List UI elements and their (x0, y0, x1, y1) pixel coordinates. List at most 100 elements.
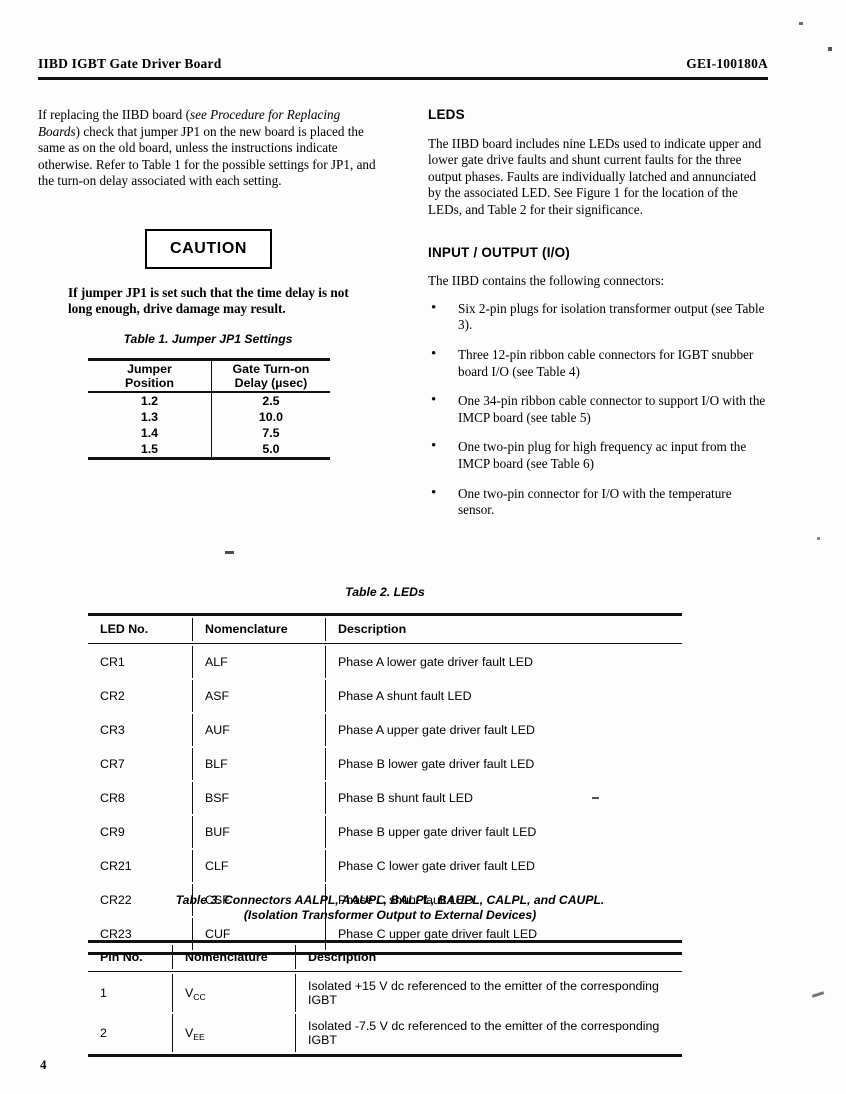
table3-caption: Table 3. Connectors AALPL, AAUPL, BALPL,… (140, 893, 640, 923)
table1-cell-delay: 5.0 (262, 442, 280, 457)
table3-cell-pin-no: 1 (90, 974, 173, 1013)
table-row: CR7 BLF Phase B lower gate driver fault … (90, 748, 680, 781)
header-document-number: GEI-100180A (686, 56, 768, 71)
table1-cell-delay: 10.0 (258, 410, 284, 425)
table2-cell-led-no: CR9 (90, 816, 193, 849)
table2-cell-led-no: CR2 (90, 680, 193, 713)
table2-cell-description: Phase C lower gate driver fault LED (338, 859, 535, 874)
scan-speckle (592, 797, 599, 799)
table-row: 1.2 2.5 (88, 393, 330, 410)
table-row: 2 VEE Isolated -7.5 V dc referenced to t… (90, 1014, 680, 1053)
table2-header-row: LED No. Nomenclature Description (90, 617, 680, 641)
bullet-icon: • (431, 345, 437, 362)
table2-caption: Table 2. LEDs (345, 585, 425, 599)
header-title: IIBD IGBT Gate Driver Board (38, 56, 222, 71)
list-item: • One two-pin connector for I/O with the… (428, 484, 768, 519)
table3-header-nomenclature: Nomenclature (175, 944, 296, 969)
list-item-label: One 34-pin ribbon cable connector to sup… (458, 393, 766, 425)
table2-cell-led-no: CR1 (90, 646, 193, 679)
leds-paragraph: The IIBD board includes nine LEDs used t… (428, 135, 762, 217)
table2-cell-led-no: CR3 (90, 714, 193, 747)
leds-heading: LEDS (428, 107, 465, 122)
table-row: CR2 ASF Phase A shunt fault LED (90, 680, 680, 713)
table1-header-jumper-line1: Jumper (127, 361, 172, 376)
table1-cell-position: 1.4 (88, 425, 212, 442)
bullet-icon: • (431, 299, 437, 316)
table2-cell-nomenclature: CLF (195, 850, 326, 883)
connectors-intro-paragraph: The IIBD contains the following connecto… (428, 273, 665, 289)
caution-label: CAUTION (169, 240, 248, 257)
table2-cell-nomenclature: BLF (195, 748, 326, 781)
table3-cell-nomenclature: VCC (175, 974, 296, 1013)
table3-caption-line2: (Isolation Transformer Output to Externa… (243, 908, 537, 922)
page-number: 4 (40, 1057, 47, 1072)
table-row: 1.4 7.5 (88, 425, 330, 442)
table3-header-grid: Pin No. Nomenclature Description (88, 943, 682, 971)
scan-speckle (225, 551, 234, 554)
list-item: • Six 2-pin plugs for isolation transfor… (428, 299, 768, 334)
table2-cell-nomenclature: AUF (195, 714, 326, 747)
right-column: LEDS The IIBD board includes nine LEDs u… (428, 107, 768, 532)
bullet-icon: • (431, 392, 437, 409)
table1-cell-position: 1.3 (88, 409, 212, 426)
left-column: If replacing the IIBD board (see Procedu… (38, 107, 384, 201)
table-row: 1.3 10.0 (88, 409, 330, 426)
table1-cell-delay: 2.5 (262, 394, 280, 409)
table3-caption-line1: Table 3. Connectors AALPL, AAUPL, BALPL,… (175, 893, 605, 907)
list-item: • Three 12-pin ribbon cable connectors f… (428, 345, 768, 380)
caution-text: If jumper JP1 is set such that the time … (68, 285, 349, 317)
bullet-icon: • (431, 438, 437, 455)
table2-cell-description: Phase B shunt fault LED (338, 791, 474, 806)
table2-cell-nomenclature: BUF (195, 816, 326, 849)
table2-header-grid: LED No. Nomenclature Description (88, 616, 682, 643)
table2-cell-led-no: CR8 (90, 782, 193, 815)
table2-cell-description: Phase B lower gate driver fault LED (338, 757, 535, 772)
document-page: IIBD IGBT Gate Driver Board GEI-100180A … (0, 0, 846, 1094)
table2-cell-nomenclature: ASF (195, 680, 326, 713)
table1-body-grid: 1.2 2.5 1.3 10.0 1.4 7.5 1.5 5.0 (88, 393, 330, 458)
table2-cell-led-no: CR21 (90, 850, 193, 883)
table2-header-nomenclature: Nomenclature (195, 617, 326, 641)
header-rule (38, 77, 768, 80)
connectors-list: • Six 2-pin plugs for isolation transfor… (428, 299, 768, 519)
page-header: IIBD IGBT Gate Driver Board GEI-100180A (38, 56, 768, 72)
table3-cell-description: Isolated +15 V dc referenced to the emit… (308, 979, 659, 1008)
table2-cell-nomenclature: ALF (195, 646, 326, 679)
table3-nomenclature-subscript: CC (193, 992, 206, 1003)
table3-header-description: Description (308, 949, 377, 964)
table3-cell-description: Isolated -7.5 V dc referenced to the emi… (308, 1019, 660, 1048)
table1-header-jumper-line2: Position (125, 375, 174, 390)
table-row: 1 VCC Isolated +15 V dc referenced to th… (90, 974, 680, 1013)
table1-header-row: Jumper Position Gate Turn-on Delay (µsec… (88, 360, 330, 391)
scan-speckle (811, 991, 825, 998)
list-item: • One 34-pin ribbon cable connector to s… (428, 392, 768, 426)
table1-cell-position: 1.5 (88, 441, 212, 458)
table3-cell-pin-no: 2 (90, 1014, 173, 1053)
list-item-label: One two-pin plug for high frequency ac i… (458, 439, 747, 471)
caution-box: CAUTION (145, 229, 272, 269)
list-item-label: One two-pin connector for I/O with the t… (458, 485, 732, 518)
table2-cell-description: Phase A lower gate driver fault LED (338, 655, 533, 670)
scan-speckle (817, 537, 820, 540)
table2-cell-description: Phase B upper gate driver fault LED (338, 825, 537, 840)
paragraph-text-pre: If replacing the IIBD board ( (38, 107, 190, 122)
list-item-label: Three 12-pin ribbon cable connectors for… (458, 346, 754, 379)
table2-header-description: Description (338, 621, 407, 636)
paragraph-text-post: ) check that jumper JP1 on the new board… (38, 123, 376, 189)
table2-cell-description: Phase A upper gate driver fault LED (338, 723, 535, 738)
table1-cell-delay: 7.5 (262, 426, 280, 441)
table3-body-grid: 1 VCC Isolated +15 V dc referenced to th… (88, 972, 682, 1054)
list-item-label: Six 2-pin plugs for isolation transforme… (458, 300, 765, 333)
table-row: 1.5 5.0 (88, 441, 330, 458)
table2-cell-nomenclature: BSF (195, 782, 326, 815)
table1-caption: Table 1. Jumper JP1 Settings (123, 332, 293, 346)
table3-nomenclature-subscript: EE (193, 1032, 205, 1043)
table-row: CR3 AUF Phase A upper gate driver fault … (90, 714, 680, 747)
table-row: CR9 BUF Phase B upper gate driver fault … (90, 816, 680, 849)
table-row: CR1 ALF Phase A lower gate driver fault … (90, 646, 680, 679)
table1-header-cell-delay: Gate Turn-on Delay (µsec) (211, 361, 330, 391)
table3-bottom-rule (88, 1054, 682, 1057)
bullet-icon: • (431, 484, 437, 501)
table1-header-delay-line1: Gate Turn-on (232, 361, 310, 376)
table-row: CR21 CLF Phase C lower gate driver fault… (90, 850, 680, 883)
